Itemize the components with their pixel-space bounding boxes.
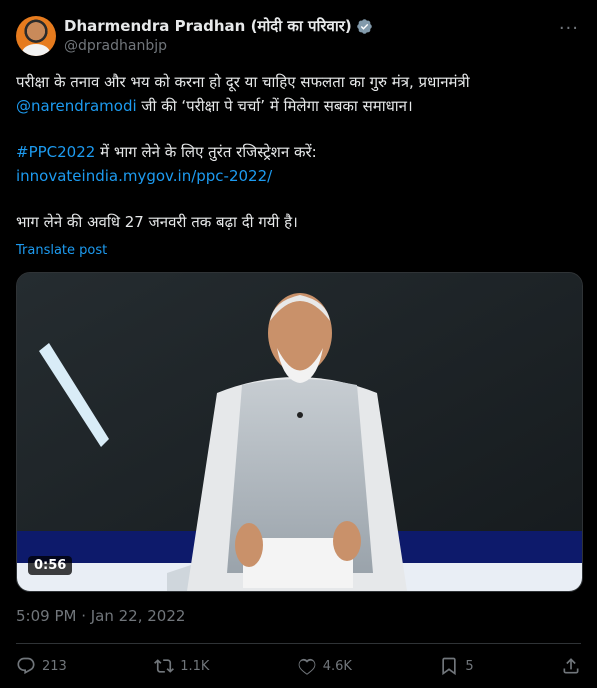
more-options-icon[interactable]: ··· xyxy=(559,18,579,39)
bookmark-count: 5 xyxy=(465,658,474,674)
author-name-row: Dharmendra Pradhan (मोदी का परिवार) xyxy=(64,16,373,36)
share-button[interactable] xyxy=(561,656,581,676)
hashtag-link[interactable]: #PPC2022 xyxy=(16,143,95,161)
bookmark-icon xyxy=(442,657,456,676)
reply-icon xyxy=(17,657,35,675)
share-icon xyxy=(563,658,579,674)
heart-icon xyxy=(298,658,316,675)
post-line-3: #PPC2022 में भाग लेने के लिए तुरंत रजिस्… xyxy=(16,140,581,164)
author-handle[interactable]: @dpradhanbjp xyxy=(64,38,167,54)
translate-post-link[interactable]: Translate post xyxy=(16,243,107,258)
reply-count: 213 xyxy=(42,658,67,674)
tweet-header: Dharmendra Pradhan (मोदी का परिवार) @dpr… xyxy=(16,14,581,60)
author-name[interactable]: Dharmendra Pradhan (मोदी का परिवार) xyxy=(64,16,352,36)
post-line-3-text: में भाग लेने के लिए तुरंत रजिस्ट्रेशन कर… xyxy=(95,143,317,161)
divider xyxy=(16,643,581,644)
mention-link[interactable]: @narendramodi xyxy=(16,97,137,115)
avatar[interactable] xyxy=(16,16,56,56)
like-count: 4.6K xyxy=(322,658,352,674)
post-line-4: innovateindia.mygov.in/ppc-2022/ xyxy=(16,164,581,188)
video-duration-badge: 0:56 xyxy=(28,556,73,575)
repost-button[interactable]: 1.1K xyxy=(154,656,209,676)
bookmark-button[interactable]: 5 xyxy=(439,656,474,676)
post-text: परीक्षा के तनाव और भय को करना हो दूर या … xyxy=(16,70,581,234)
tweet: Dharmendra Pradhan (मोदी का परिवार) @dpr… xyxy=(0,0,597,688)
video-frame xyxy=(17,273,582,591)
video-player[interactable] xyxy=(16,272,583,592)
post-line-2: @narendramodi जी की ‘परीक्षा पे चर्चा’ म… xyxy=(16,94,581,118)
repost-icon xyxy=(154,659,175,673)
action-bar: 213 1.1K 4.6K 5 xyxy=(16,652,581,680)
reply-button[interactable]: 213 xyxy=(16,656,67,676)
like-button[interactable]: 4.6K xyxy=(297,656,352,676)
url-link[interactable]: innovateindia.mygov.in/ppc-2022/ xyxy=(16,167,272,185)
verified-badge-icon xyxy=(356,18,372,34)
post-timestamp[interactable]: 5:09 PM · Jan 22, 2022 xyxy=(16,607,185,625)
post-line-1: परीक्षा के तनाव और भय को करना हो दूर या … xyxy=(16,73,470,91)
post-line-5: भाग लेने की अवधि 27 जनवरी तक बढ़ा दी गयी… xyxy=(16,213,298,231)
post-line-2-text: जी की ‘परीक्षा पे चर्चा’ में मिलेगा सबका… xyxy=(136,97,413,115)
repost-count: 1.1K xyxy=(180,658,210,674)
